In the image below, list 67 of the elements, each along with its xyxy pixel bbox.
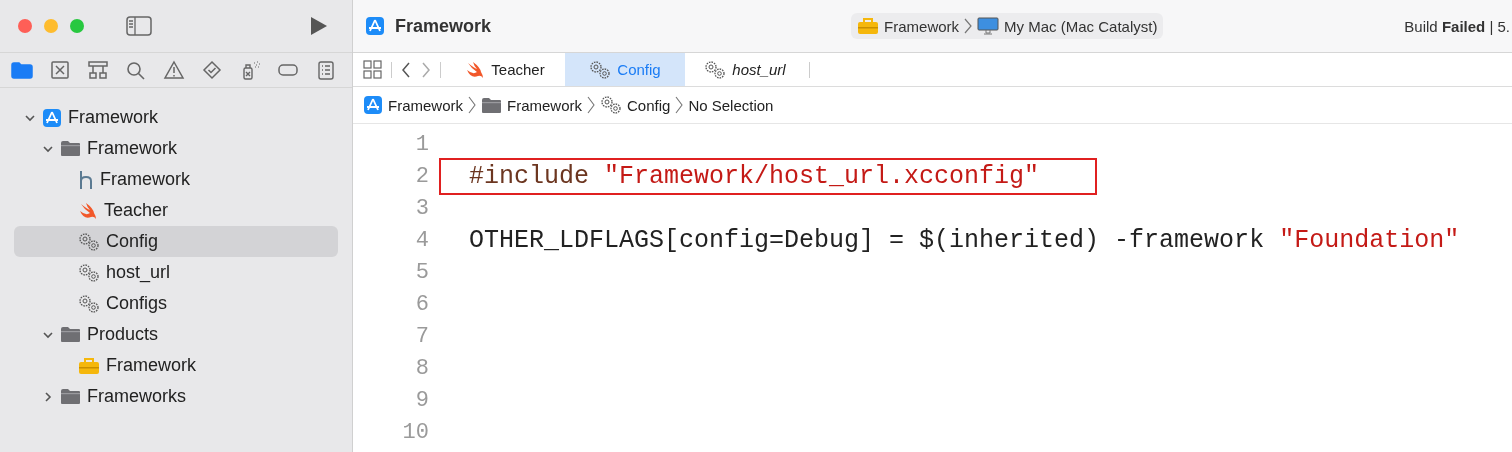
tree-item[interactable]: Framework (14, 102, 338, 133)
line-number: 7 (414, 323, 429, 349)
line-number: 1 (414, 131, 429, 157)
app-icon (365, 16, 385, 36)
destination-label: My Mac (Mac Catalyst) (1004, 17, 1158, 35)
tree-item[interactable]: Framework (14, 350, 338, 381)
app-icon (363, 95, 383, 115)
line-number: 2 (414, 163, 429, 189)
tree-item[interactable]: Config (14, 226, 338, 257)
editor-tab[interactable]: Teacher (445, 53, 565, 86)
run-icon[interactable] (310, 16, 328, 36)
editor-tab[interactable]: host_url (685, 53, 805, 86)
gears-icon (704, 59, 727, 80)
breadcrumb-item[interactable]: Config (600, 95, 671, 115)
tree-item[interactable]: Framework (14, 164, 338, 195)
back-icon[interactable] (400, 60, 412, 79)
line-number: 6 (414, 291, 429, 317)
swift-icon (78, 201, 98, 220)
gears-icon (78, 262, 100, 283)
hierarchy-icon[interactable] (86, 60, 110, 80)
gears-icon (78, 231, 100, 252)
folder-icon[interactable] (10, 60, 34, 80)
breadcrumb-item[interactable]: No Selection (688, 96, 774, 114)
chevron-icon (587, 96, 596, 114)
scheme-selector[interactable]: Framework My Mac (Mac Catalyst) (851, 13, 1164, 39)
line-number: 8 (414, 355, 429, 381)
line-number: 4 (414, 227, 429, 253)
folder-icon (60, 388, 81, 405)
header-file-icon (78, 169, 94, 190)
tree-item[interactable]: Teacher (14, 195, 338, 226)
scheme-label: Framework (884, 17, 960, 35)
chevron-icon (964, 18, 973, 34)
disclosure-icon[interactable] (42, 390, 54, 403)
chevron-icon (675, 96, 684, 114)
breadcrumb-item[interactable]: Framework (363, 95, 463, 115)
chevron-icon (468, 96, 476, 114)
toolbox-icon (857, 17, 880, 35)
breadcrumb-item[interactable]: Framework (481, 96, 583, 114)
app-icon (42, 107, 62, 128)
close-button[interactable] (18, 19, 32, 33)
gears-icon (600, 95, 623, 115)
window-title: Framework (395, 15, 492, 37)
warning-icon[interactable] (162, 60, 186, 80)
grid-icon[interactable] (363, 59, 383, 80)
gears-icon (78, 293, 100, 314)
sidebar-toggle-icon[interactable] (126, 16, 152, 36)
line-number: 5 (414, 259, 429, 285)
tree-item[interactable]: host_url (14, 257, 338, 288)
toolbox-icon (78, 356, 100, 375)
folder-icon (60, 326, 81, 343)
build-status: Build Failed | 5. (1404, 17, 1510, 35)
x-box-icon[interactable] (48, 60, 72, 80)
tree-item[interactable]: Products (14, 319, 338, 350)
line-number: 3 (414, 195, 429, 221)
code-line: OTHER_LDFLAGS[config=Debug] = $(inherited) -framework "Foundation" (468, 224, 1461, 257)
gears-icon (589, 59, 612, 80)
folder-icon (60, 140, 81, 157)
line-number: 10 (401, 419, 429, 445)
swift-icon (465, 60, 486, 79)
tree-item[interactable]: Frameworks (14, 381, 338, 412)
monitor-icon (977, 17, 1000, 35)
folder-icon (481, 96, 502, 114)
tree-item[interactable]: Framework (14, 133, 338, 164)
tree-item[interactable]: Configs (14, 288, 338, 319)
forward-icon[interactable] (420, 60, 432, 79)
line-number: 9 (414, 387, 429, 413)
diamond-check-icon[interactable] (200, 60, 224, 80)
